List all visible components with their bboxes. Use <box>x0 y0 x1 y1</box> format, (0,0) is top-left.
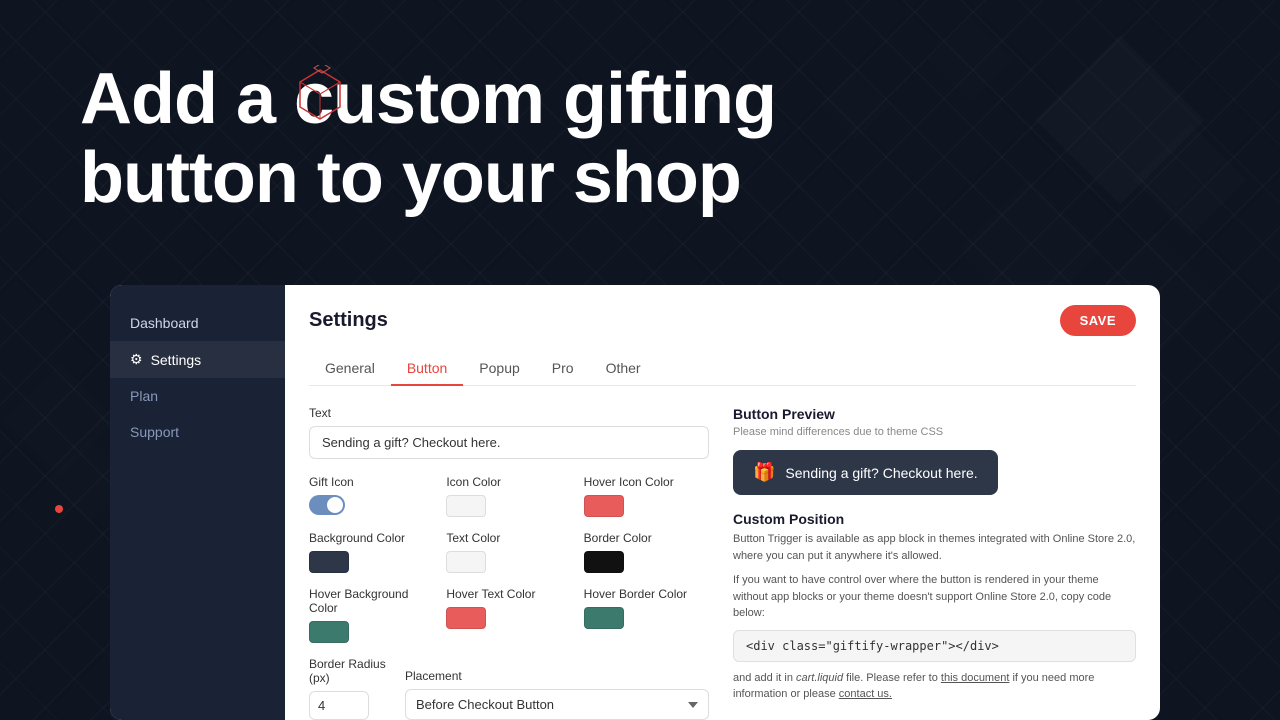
hover-border-color-swatch[interactable] <box>584 607 624 629</box>
icon-color-label: Icon Color <box>446 475 571 489</box>
sidebar-item-settings[interactable]: ⚙ Settings <box>110 341 285 378</box>
hover-text-color-swatch[interactable] <box>446 607 486 629</box>
text-color-label: Text Color <box>446 531 571 545</box>
placement-select[interactable]: Before Checkout Button After Checkout Bu… <box>405 689 709 720</box>
tab-pro[interactable]: Pro <box>536 352 590 386</box>
row-hover-colors: Hover Background Color Hover Text Color … <box>309 587 709 643</box>
save-button[interactable]: SAVE <box>1060 305 1136 336</box>
tab-popup[interactable]: Popup <box>463 352 535 386</box>
gear-icon: ⚙ <box>130 351 143 368</box>
preview-note: Please mind differences due to theme CSS <box>733 426 1136 438</box>
hover-text-color-field: Hover Text Color <box>446 587 571 643</box>
text-color-field: Text Color <box>446 531 571 573</box>
code-note: and add it in cart.liquid file. Please r… <box>733 670 1136 703</box>
cube-icon <box>295 65 345 125</box>
tabs-bar: General Button Popup Pro Other <box>309 352 1136 386</box>
border-color-label: Border Color <box>584 531 709 545</box>
preview-label: Button Preview <box>733 406 1136 422</box>
border-radius-label: Border Radius (px) <box>309 657 389 685</box>
hover-text-color-label: Hover Text Color <box>446 587 571 601</box>
hero-section: Add a custom gifting button to your shop <box>80 60 1280 218</box>
sidebar: Dashboard ⚙ Settings Plan Support <box>110 285 285 720</box>
text-field-label: Text <box>309 406 709 420</box>
icon-color-field: Icon Color <box>446 475 571 517</box>
tab-other[interactable]: Other <box>590 352 657 386</box>
gift-icon-toggle[interactable] <box>309 495 345 515</box>
main-panel: Dashboard ⚙ Settings Plan Support Settin… <box>110 285 1160 720</box>
bg-color-field: Background Color <box>309 531 434 573</box>
contact-us-link[interactable]: contact us. <box>839 688 892 700</box>
red-dot-indicator <box>55 505 63 513</box>
sidebar-item-dashboard[interactable]: Dashboard <box>110 305 285 341</box>
text-color-swatch[interactable] <box>446 551 486 573</box>
content-header: Settings SAVE <box>309 305 1136 336</box>
icon-color-swatch[interactable] <box>446 495 486 517</box>
cart-liquid-file: cart.liquid <box>796 672 843 684</box>
gift-icon-preview: 🎁 <box>753 462 775 483</box>
right-column: Button Preview Please mind differences d… <box>733 406 1136 720</box>
hero-title: Add a custom gifting button to your shop <box>80 60 1280 218</box>
this-document-link[interactable]: this document <box>941 672 1009 684</box>
preview-button-text: Sending a gift? Checkout here. <box>785 465 977 481</box>
hover-border-color-label: Hover Border Color <box>584 587 709 601</box>
border-radius-input[interactable] <box>309 691 369 720</box>
sidebar-item-support[interactable]: Support <box>110 414 285 450</box>
custom-position-desc1: Button Trigger is available as app block… <box>733 531 1136 564</box>
border-color-field: Border Color <box>584 531 709 573</box>
border-color-swatch[interactable] <box>584 551 624 573</box>
row-bg-color: Background Color Text Color Border Color <box>309 531 709 573</box>
bg-color-swatch[interactable] <box>309 551 349 573</box>
hover-bg-color-label: Hover Background Color <box>309 587 434 615</box>
placement-field: Placement Before Checkout Button After C… <box>405 669 709 720</box>
hover-bg-color-field: Hover Background Color <box>309 587 434 643</box>
custom-position-label: Custom Position <box>733 511 1136 527</box>
bg-color-label: Background Color <box>309 531 434 545</box>
hover-icon-color-field: Hover Icon Color <box>584 475 709 517</box>
left-column: Text Gift Icon Icon Color Hover Icon Col… <box>309 406 709 720</box>
two-column-layout: Text Gift Icon Icon Color Hover Icon Col… <box>309 406 1136 720</box>
page-title: Settings <box>309 309 388 332</box>
custom-position-desc2: If you want to have control over where t… <box>733 572 1136 622</box>
hover-icon-color-label: Hover Icon Color <box>584 475 709 489</box>
gift-icon-field: Gift Icon <box>309 475 434 517</box>
tab-button[interactable]: Button <box>391 352 463 386</box>
gift-icon-label: Gift Icon <box>309 475 434 489</box>
tab-general[interactable]: General <box>309 352 391 386</box>
hover-border-color-field: Hover Border Color <box>584 587 709 643</box>
hover-bg-color-swatch[interactable] <box>309 621 349 643</box>
placement-label: Placement <box>405 669 709 683</box>
button-preview: 🎁 Sending a gift? Checkout here. <box>733 450 998 495</box>
hover-icon-color-swatch[interactable] <box>584 495 624 517</box>
row-gift-icon: Gift Icon Icon Color Hover Icon Color <box>309 475 709 517</box>
border-radius-field: Border Radius (px) <box>309 657 389 720</box>
code-block: <div class="giftify-wrapper"></div> <box>733 630 1136 662</box>
sidebar-item-plan[interactable]: Plan <box>110 378 285 414</box>
bottom-row: Border Radius (px) Placement Before Chec… <box>309 657 709 720</box>
text-input[interactable] <box>309 426 709 459</box>
content-area: Settings SAVE General Button Popup Pro O… <box>285 285 1160 720</box>
